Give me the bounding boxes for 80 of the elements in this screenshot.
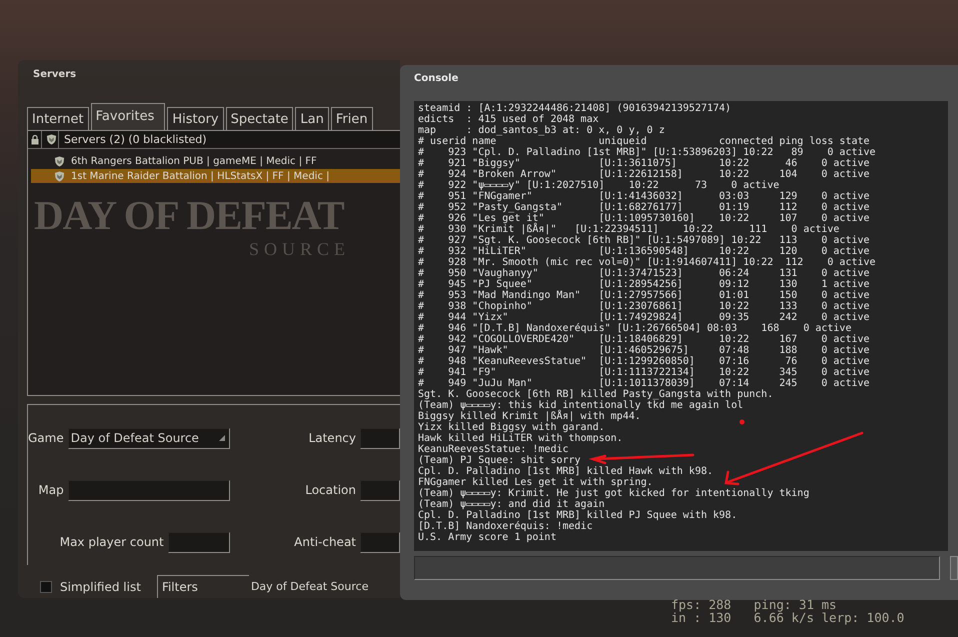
console-line: Yizx killed Biggsy with garand. [418, 422, 605, 433]
checkbox[interactable] [40, 580, 52, 592]
console-line: # userid name uniqueid connected ping loss state [418, 136, 870, 147]
console-line: # 946 "[D.T.B] Nandoxeréquis" [U:1:26766504] 08:03 168 0 active [418, 323, 852, 334]
game-dropdown[interactable]: Day of Defeat Source [68, 428, 230, 449]
server-row[interactable]: 6th Rangers Battalion PUB | gameME | Medic | FF [28, 154, 400, 168]
console-line: KeanuReevesStatue: !medic [418, 444, 569, 455]
console-line: (Team) ψ▭▭▭▭y: this kid intentionally tkd me again lol [418, 400, 744, 411]
console-line: Biggsy killed Krimit |ßÅя| with mp44. [418, 411, 641, 422]
field-label: Max player count [60, 535, 165, 550]
console-line: # 921 "Biggsy" [U:1:3611075] 10:22 46 0 active [418, 158, 870, 169]
console-line: # 924 "Broken Arrow" [U:1:22612158] 10:22 104 0 active [418, 169, 870, 180]
location-field[interactable] [360, 480, 400, 501]
console-line: Cpl. D. Palladino [1st MRB] killed Hawk with k98. [418, 466, 714, 477]
netgraph-line: fps: 288 ping: 31 ms [671, 598, 838, 611]
console-line: # 922 "ψ▭▭▭▭y" [U:1:2027510] 10:22 73 0 active [418, 180, 780, 191]
field-label: Anti-cheat [294, 535, 357, 550]
console-line: # 942 "COGOLLOVERDE420" [U:1:18406829] 10:22 167 0 active [418, 334, 870, 345]
console-line: # 953 "Mad Mandingo Man" [U:1:27957566] 01:01 150 0 active [418, 290, 870, 301]
command-input[interactable] [414, 556, 940, 580]
tab[interactable]: Spectate [226, 107, 294, 130]
console-line: # 941 "F9" [U:1:1113722134] 10:22 345 0 active [418, 367, 870, 378]
console-line: steamid : [A:1:2932244486:21408] (90163942139527174) [418, 103, 732, 114]
shield-icon [46, 134, 57, 145]
lock-icon [30, 134, 38, 144]
max-player-field[interactable] [168, 532, 230, 553]
console-line: # 926 "Les get it" [U:1:1095730160] 10:22 107 0 active [418, 213, 870, 224]
anti-cheat-field[interactable] [360, 532, 400, 553]
window-title: Servers [32, 68, 78, 81]
logo-text: DAY OF DEFEAT [34, 191, 344, 239]
console-line: # 932 "HiLiTER" [U:1:136590548] 10:22 120 0 active [418, 246, 870, 257]
console-line: Hawk killed HiLiTER with thompson. [418, 433, 623, 444]
console-line: # 949 "JuJu Man" [U:1:1011378039] 07:14 245 0 active [418, 378, 870, 389]
console-line: # 928 "Mr. Smooth (mic rec vol=0)" [U:1:914607411] 10:22 112 0 active [418, 257, 876, 268]
shield-icon [54, 156, 65, 166]
window-title: Console [414, 73, 458, 85]
console-line: U.S. Army score 1 point [418, 532, 556, 543]
tab[interactable]: Frien [330, 107, 373, 130]
console-line: # 947 "Hawk" [U:1:460529675] 07:48 188 0 active [418, 345, 870, 356]
field-label: Game [28, 431, 65, 446]
field-label: Latency [308, 431, 357, 446]
annotation-dot [740, 420, 744, 424]
tab[interactable]: Lan [295, 107, 329, 130]
server-row[interactable]: 1st Marine Raider Battalion | HLStatsX | FF | Medic | [31, 169, 400, 183]
filters-tab[interactable]: Filters [156, 575, 249, 598]
tab[interactable]: Internet [27, 107, 89, 130]
console-line: # 927 "Sgt. K. Goosecock [6th RB]" [U:1:5497089] 10:22 113 0 active [418, 235, 870, 246]
console-line: # 945 "PJ Squee" [U:1:28954256] 09:12 130 1 active [418, 279, 870, 290]
tab[interactable]: History [167, 107, 224, 130]
console-line: (Team) PJ Squee: shit sorry [418, 455, 581, 466]
server-name: 1st Marine Raider Battalion | HLStatsX | FF | Medic | [71, 170, 330, 182]
console-line: (Team) ψ▭▭▭▭y: Krimit. He just got kicked for intentionally tking [418, 488, 810, 499]
latency-field[interactable] [360, 428, 400, 449]
console-line: Cpl. D. Palladino [1st MRB] killed PJ Squee with k98. [418, 510, 738, 521]
console-line: map : dod_santos_b3 at: 0 x, 0 y, 0 z [418, 125, 665, 136]
console-line: # 923 "Cpl. D. Palladino [1st MRB]" [U:1:53896203] 10:22 89 0 active [418, 147, 876, 158]
netgraph-line: in : 130 6.66 k/s lerp: 100.0 [671, 611, 904, 624]
console-line: # 930 "Krimit |ßÅя|" [U:1:22394511] 10:22 111 0 active [418, 224, 840, 235]
console-line: Sgt. K. Goosecock [6th RB] killed Pasty_Gangsta with punch. [418, 389, 774, 400]
caret-icon [218, 435, 225, 442]
checkbox-label: Simplified list [60, 580, 141, 594]
console-line: [D.T.B] Nandoxeréquis: !medic [418, 521, 593, 532]
field-label: Location [305, 483, 357, 498]
console-line: # 952 "Pasty_Gangsta" [U:1:68276177] 01:19 112 0 active [418, 202, 870, 213]
field-label: Map [38, 483, 65, 498]
console-line: # 950 "Vaughanyy" [U:1:37471523] 06:24 131 0 active [418, 268, 870, 279]
list-header-text: Servers (2) (0 blacklisted) [63, 133, 207, 146]
console-line: (Team) ψ▭▭▭▭y: and did it again [418, 499, 605, 510]
console-line: # 951 "FNGgamer" [U:1:41436032] 03:03 129 0 active [418, 191, 870, 202]
dropdown-value: Day of Defeat Source [70, 431, 199, 446]
console-line: edicts : 415 used of 2048 max [418, 114, 599, 125]
server-name: 6th Rangers Battalion PUB | gameME | Medic | FF [71, 156, 317, 166]
console-line: # 938 "Chopinho" [U:1:23076861] 10:22 133 0 active [418, 301, 870, 312]
shield-icon [54, 170, 65, 182]
filter-summary: Day of Defeat Source [250, 580, 368, 593]
tab[interactable]: Favorites [90, 103, 166, 130]
console-line: # 948 "KeanuReevesStatue" [U:1:1299260850] 07:16 76 0 active [418, 356, 870, 367]
console-line: # 944 "Yizx" [U:1:74929824] 09:35 242 0 active [418, 312, 870, 323]
map-field[interactable] [68, 480, 230, 501]
console-line: FNGgamer killed Les get it with spring. [418, 477, 653, 488]
